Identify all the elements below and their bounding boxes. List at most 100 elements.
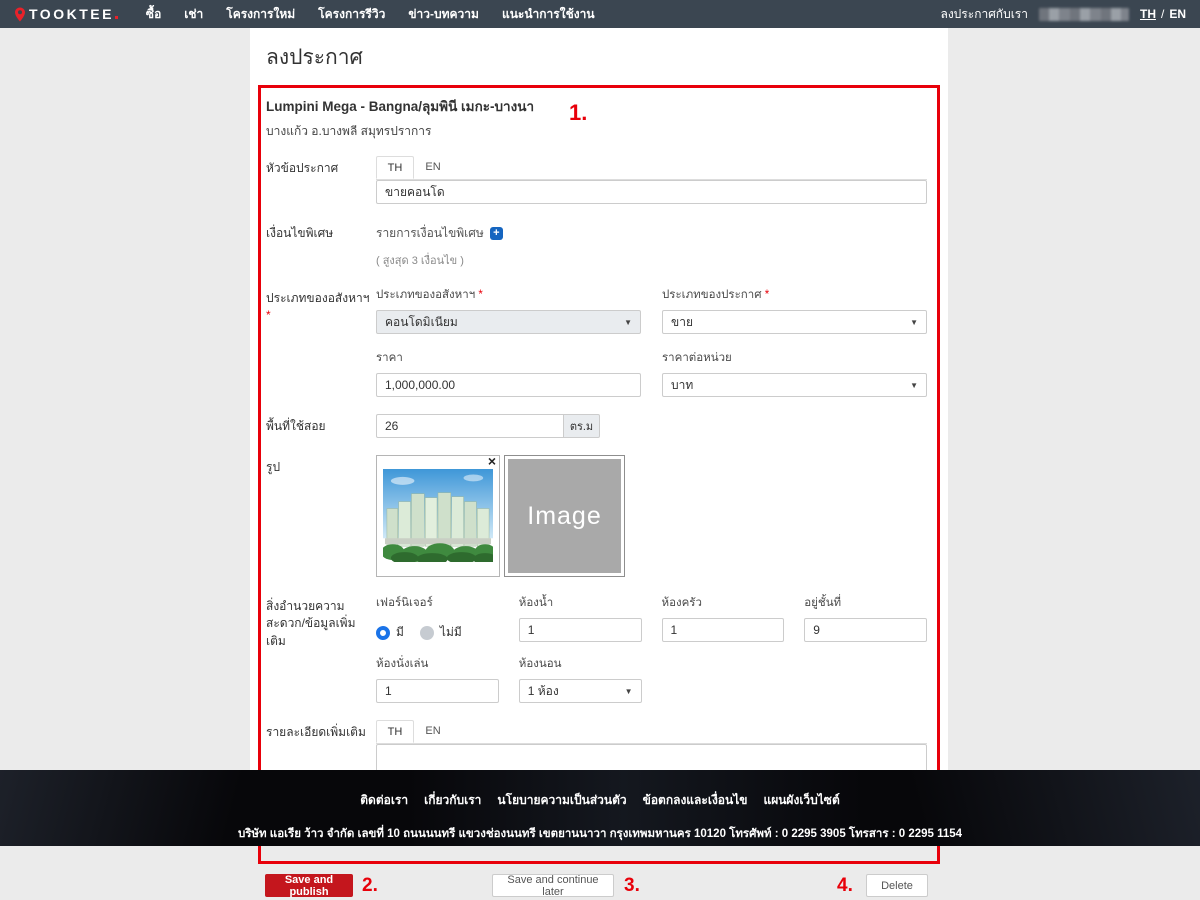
- image-placeholder-fill: Image: [508, 459, 621, 573]
- bedroom-value: 1 ห้อง: [528, 682, 559, 701]
- kitchen-input[interactable]: [662, 618, 785, 642]
- property-type-select[interactable]: คอนโดมิเนียม ▼: [376, 310, 641, 334]
- details-label: รายละเอียดเพิ่มเติม: [266, 720, 376, 741]
- tab-title-th[interactable]: TH: [376, 156, 414, 179]
- furniture-label: เฟอร์นิเจอร์: [376, 594, 499, 612]
- location-pin-icon: [14, 7, 26, 22]
- save-and-publish-button[interactable]: Save and publish: [265, 874, 353, 897]
- chevron-down-icon: ▼: [910, 381, 918, 390]
- language-switch: TH / EN: [1140, 7, 1186, 21]
- page-footer: ติดต่อเรา เกี่ยวกับเรา นโยบายความเป็นส่ว…: [0, 770, 1200, 846]
- price-unit-label: ราคาต่อหน่วย: [662, 349, 927, 367]
- furniture-col: เฟอร์นิเจอร์ มี ไม่มี: [376, 594, 499, 642]
- property-type-value: คอนโดมิเนียม: [385, 313, 458, 332]
- furniture-no-label[interactable]: ไม่มี: [440, 623, 462, 642]
- property-type-row-label-text: ประเภทของอสังหาฯ: [266, 291, 369, 305]
- bedroom-col: ห้องนอน 1 ห้อง ▼: [519, 655, 642, 703]
- lang-en[interactable]: EN: [1169, 7, 1186, 21]
- images-field: × Image: [376, 455, 927, 577]
- nav-item-buy[interactable]: ซื้อ: [146, 5, 161, 24]
- property-type-col: ประเภทของอสังหาฯ * คอนโดมิเนียม ▼: [376, 286, 641, 334]
- listing-type-col: ประเภทของประกาศ * ขาย ▼: [662, 286, 927, 334]
- listing-type-select[interactable]: ขาย ▼: [662, 310, 927, 334]
- usable-area-field: ตร.ม: [376, 414, 600, 438]
- living-room-label: ห้องนั่งเล่น: [376, 655, 499, 673]
- price-unit-col: ราคาต่อหน่วย บาท ▼: [662, 349, 927, 397]
- nav-item-news-articles[interactable]: ข่าว-บทความ: [408, 5, 479, 24]
- delete-button[interactable]: Delete: [866, 874, 928, 897]
- top-navbar: TOOKTEE ซื้อ เช่า โครงการใหม่ โครงการรีว…: [0, 0, 1200, 28]
- chevron-down-icon: ▼: [910, 318, 918, 327]
- bedroom-label: ห้องนอน: [519, 655, 642, 673]
- listing-title-field: TH EN: [376, 156, 927, 204]
- footer-link-privacy[interactable]: นโยบายความเป็นส่วนตัว: [497, 791, 626, 810]
- post-listing-link[interactable]: ลงประกาศกับเรา: [940, 5, 1028, 24]
- amenities-label: สิ่งอำนวยความสะดวก/ข้อมูลเพิ่มเติม: [266, 594, 376, 650]
- property-name: Lumpini Mega - Bangna/ลุมพินี เมกะ-บางนา: [266, 95, 927, 117]
- special-conditions-link-text[interactable]: รายการเงื่อนไขพิเศษ: [376, 224, 484, 243]
- listing-type-label-text: ประเภทของประกาศ: [662, 289, 762, 301]
- listing-title-label: หัวข้อประกาศ: [266, 156, 376, 177]
- tab-title-en[interactable]: EN: [414, 156, 452, 179]
- nav-item-project-reviews[interactable]: โครงการรีวิว: [318, 5, 385, 24]
- furniture-radios: มี ไม่มี: [376, 618, 499, 642]
- remove-photo-icon[interactable]: ×: [488, 454, 496, 468]
- footer-link-terms[interactable]: ข้อตกลงและเงื่อนไข: [643, 791, 748, 810]
- nav-item-rent[interactable]: เช่า: [184, 5, 203, 24]
- furniture-yes-radio[interactable]: [376, 626, 390, 640]
- floor-label: อยู่ชั้นที่: [804, 594, 927, 612]
- row-images: รูป: [266, 455, 927, 577]
- bathroom-col: ห้องน้ำ: [519, 594, 642, 642]
- amenities-grid: เฟอร์นิเจอร์ มี ไม่มี ห้องน้ำ ห้องครัว: [376, 594, 927, 703]
- uploaded-photo: ×: [376, 455, 500, 577]
- furniture-yes-label[interactable]: มี: [396, 623, 404, 642]
- required-mark: *: [765, 289, 769, 301]
- annotation-1: 1.: [569, 100, 587, 126]
- username-redacted[interactable]: [1039, 8, 1129, 21]
- footer-link-about[interactable]: เกี่ยวกับเรา: [424, 791, 481, 810]
- property-type-label: ประเภทของอสังหาฯ *: [376, 286, 641, 304]
- furniture-no-radio[interactable]: [420, 626, 434, 640]
- title-lang-tabs: TH EN: [376, 156, 927, 180]
- navbar-right: ลงประกาศกับเรา TH / EN: [940, 5, 1186, 24]
- main-menu: ซื้อ เช่า โครงการใหม่ โครงการรีวิว ข่าว-…: [146, 5, 595, 24]
- chevron-down-icon: ▼: [625, 687, 633, 696]
- sqm-unit-addon: ตร.ม: [564, 414, 600, 438]
- row-property-type: ประเภทของอสังหาฯ * ประเภทของอสังหาฯ * คอ…: [266, 286, 927, 397]
- price-input[interactable]: [376, 373, 641, 397]
- property-type-label-text: ประเภทของอสังหาฯ: [376, 289, 475, 301]
- property-type-row-label: ประเภทของอสังหาฯ *: [266, 286, 376, 325]
- nav-item-user-guide[interactable]: แนะนำการใช้งาน: [502, 5, 595, 24]
- nav-item-new-projects[interactable]: โครงการใหม่: [226, 5, 295, 24]
- price-label: ราคา: [376, 349, 641, 367]
- price-unit-select[interactable]: บาท ▼: [662, 373, 927, 397]
- image-upload-placeholder[interactable]: Image: [504, 455, 625, 577]
- special-conditions-field: รายการเงื่อนไขพิเศษ + ( สูงสุด 3 เงื่อนไ…: [376, 221, 927, 269]
- images-label: รูป: [266, 455, 376, 476]
- living-room-input[interactable]: [376, 679, 499, 703]
- add-condition-icon[interactable]: +: [490, 227, 503, 240]
- kitchen-col: ห้องครัว: [662, 594, 785, 642]
- logo-dot: [115, 16, 118, 19]
- footer-company-info: บริษัท แอเรีย ว้าว จำกัด เลขที่ 10 ถนนนน…: [0, 825, 1200, 843]
- kitchen-label: ห้องครัว: [662, 594, 785, 612]
- property-type-grid: ประเภทของอสังหาฯ * คอนโดมิเนียม ▼ ประเภท…: [376, 286, 927, 397]
- annotation-2: 2.: [362, 875, 378, 897]
- bathroom-label: ห้องน้ำ: [519, 594, 642, 612]
- bathroom-input[interactable]: [519, 618, 642, 642]
- tab-details-th[interactable]: TH: [376, 720, 414, 743]
- listing-title-input[interactable]: [376, 180, 927, 204]
- row-usable-area: พื้นที่ใช้สอย ตร.ม: [266, 414, 927, 438]
- usable-area-input[interactable]: [376, 414, 564, 438]
- tooktee-logo[interactable]: TOOKTEE: [14, 6, 118, 22]
- lang-th[interactable]: TH: [1140, 7, 1156, 21]
- tab-details-en[interactable]: EN: [414, 720, 452, 743]
- form-actions: Save and publish 2. Save and continue la…: [258, 874, 940, 900]
- required-mark: *: [478, 289, 482, 301]
- bedroom-select[interactable]: 1 ห้อง ▼: [519, 679, 642, 703]
- save-and-continue-button[interactable]: Save and continue later: [492, 874, 614, 897]
- footer-link-sitemap[interactable]: แผนผังเว็บไซต์: [763, 791, 839, 810]
- floor-input[interactable]: [804, 618, 927, 642]
- footer-link-contact[interactable]: ติดต่อเรา: [360, 791, 408, 810]
- lang-separator: /: [1161, 7, 1164, 21]
